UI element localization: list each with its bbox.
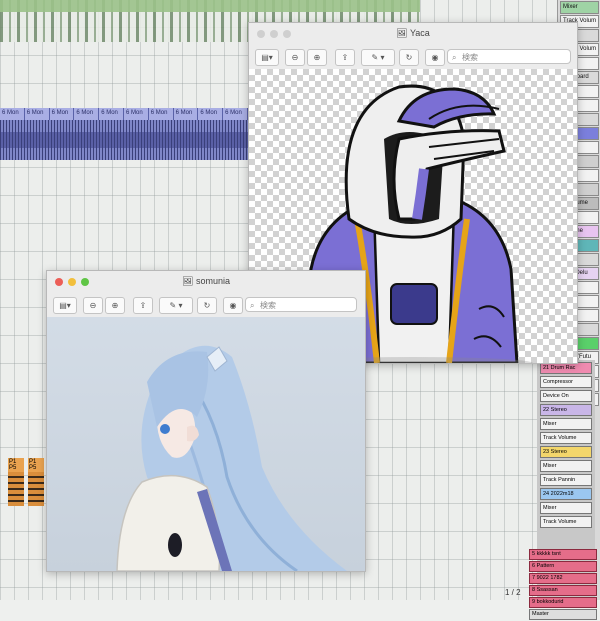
sidebar-toggle-icon[interactable]: ▤▾ [255,49,279,66]
rotate-icon[interactable]: ↻ [399,49,419,66]
zoom-out-icon[interactable]: ⊖ [285,49,305,66]
page-indicator: 1 / 2 [505,588,521,597]
marker-label: P1 P5 [8,458,24,472]
track-list-bottom: 5 kkkkk tsnt 6 Pattern 7 9022 1782 8 Ssassa… [527,548,599,621]
share-icon[interactable]: ⇪ [133,297,153,314]
markup-pen-icon[interactable]: ✎ ▾ [159,297,193,314]
clip-label: 6 Mon [223,108,248,120]
clip-label: 6 Mon [198,108,224,120]
clip-label: 6 Mon [124,108,149,120]
device-track-header[interactable]: 24 2022m18 [540,488,592,500]
markup-toolbar-icon[interactable]: ◉ [425,49,445,66]
clip-label: 6 Mon [99,108,124,120]
track-list-item[interactable]: 5 kkkkk tsnt [529,549,597,560]
window-toolbar: ▤▾ ⊖ ⊕ ⇪ ✎ ▾ ↻ ◉ ⌕ 検索 [47,293,365,318]
search-icon: ⌕ [250,301,255,310]
window-titlebar[interactable]: 🖼 Yaca [249,23,577,45]
rotate-icon[interactable]: ↻ [197,297,217,314]
search-input[interactable]: ⌕ 検索 [245,297,357,312]
locator-marker[interactable]: P1 P5 [8,458,24,506]
device-chooser[interactable]: Compressor [540,376,592,388]
clip-label: 6 Mon [25,108,50,120]
window-title: 🖼 somunia [47,276,365,287]
locator-markers: P1 P5 P1 P5 [8,458,48,508]
device-chooser[interactable]: Mixer [540,460,592,472]
device-chooser[interactable]: Device On [540,390,592,402]
clip-waveform [0,120,248,160]
zoom-in-icon[interactable]: ⊕ [307,49,327,66]
clip-header: 6 Mon 6 Mon 6 Mon 6 Mon 6 Mon 6 Mon 6 Mon 6 Mon… [0,108,248,120]
preview-window-somunia[interactable]: 🖼 somunia ▤▾ ⊖ ⊕ ⇪ ✎ ▾ ↻ ◉ ⌕ 検索 [46,270,366,572]
marker-label: P1 P5 [28,458,44,472]
device-chooser[interactable]: Track Volume [540,516,592,528]
daw-header-strip [0,0,420,12]
device-chooser[interactable]: Track Pannin [540,474,592,486]
clip-label: 6 Mon [50,108,75,120]
window-toolbar: ▤▾ ⊖ ⊕ ⇪ ✎ ▾ ↻ ◉ ⌕ 検索 [249,45,577,70]
locator-marker[interactable]: P1 P5 [28,458,44,506]
device-chooser[interactable]: Track Volume [540,432,592,444]
zoom-in-icon[interactable]: ⊕ [105,297,125,314]
track-header[interactable]: Mixer [560,1,599,14]
document-icon: 🖼 [396,28,408,38]
markup-toolbar-icon[interactable]: ◉ [223,297,243,314]
markup-pen-icon[interactable]: ✎ ▾ [361,49,395,66]
search-input[interactable]: ⌕ 検索 [447,49,571,64]
document-icon: 🖼 [182,276,194,286]
master-track[interactable]: Master [529,609,597,620]
track-list-item[interactable]: 9 bokkodurid [529,597,597,608]
image-canvas-somunia[interactable] [47,317,365,571]
window-title-text: somunia [195,276,230,286]
window-title-text: Yaca [409,28,430,38]
device-chooser[interactable]: Mixer [540,502,592,514]
search-icon: ⌕ [452,53,457,62]
search-placeholder: 検索 [260,301,276,310]
clip-label: 6 Mon [0,108,25,120]
clip-label: 6 Mon [74,108,100,120]
device-track-header[interactable]: 22 Stereo [540,404,592,416]
window-title: 🖼 Yaca [249,28,577,39]
device-track-header[interactable]: 23 Stereo [540,446,592,458]
audio-clip[interactable]: 6 Mon 6 Mon 6 Mon 6 Mon 6 Mon 6 Mon 6 Mon 6 Mon… [0,108,248,160]
track-list-item[interactable]: 8 Ssassan [529,585,597,596]
share-icon[interactable]: ⇪ [335,49,355,66]
anime-girl-illustration [47,317,365,571]
track-list-item[interactable]: 7 9022 1782 [529,573,597,584]
track-list-item[interactable]: 6 Pattern [529,561,597,572]
zoom-out-icon[interactable]: ⊖ [83,297,103,314]
window-titlebar[interactable]: 🖼 somunia [47,271,365,293]
device-chooser[interactable]: Mixer [540,418,592,430]
clip-label: 6 Mon [174,108,199,120]
clip-label: 6 Mon [149,108,174,120]
search-placeholder: 検索 [462,53,478,62]
sidebar-toggle-icon[interactable]: ▤▾ [53,297,77,314]
